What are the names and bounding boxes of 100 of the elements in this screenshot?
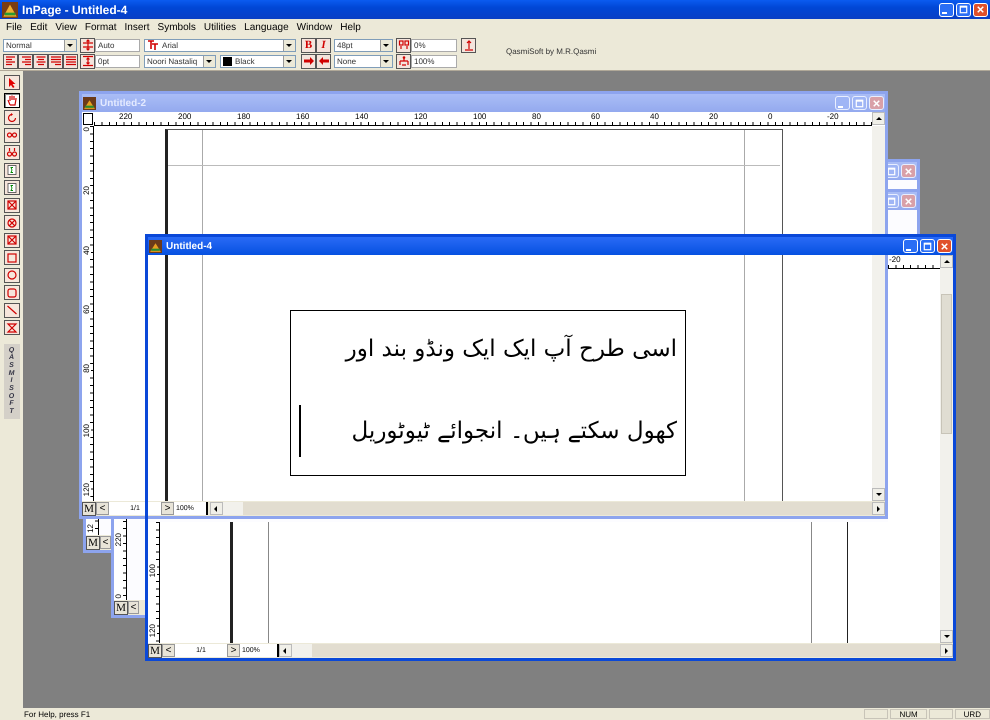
align-left-icon <box>4 55 16 67</box>
scroll-down-button[interactable] <box>872 488 885 501</box>
scroll-down-button[interactable] <box>940 630 953 643</box>
scale-button[interactable] <box>396 54 411 68</box>
spacing-button[interactable] <box>80 54 95 68</box>
next-page-button[interactable]: > <box>161 502 174 515</box>
ruler-label: 0 <box>768 112 772 121</box>
align-left-button[interactable] <box>3 54 18 68</box>
ruler-label: 20 <box>82 186 91 196</box>
scroll-left-button[interactable] <box>210 502 223 515</box>
left-arrow-button[interactable] <box>316 54 331 68</box>
scroll-up-button[interactable] <box>940 255 953 268</box>
status-pane <box>864 709 888 719</box>
rectangle-frame-tool[interactable] <box>4 232 20 248</box>
text-frame-tool[interactable] <box>4 162 20 178</box>
menu-item[interactable]: Utilities <box>200 22 240 33</box>
oval-frame-tool[interactable] <box>4 215 20 230</box>
diagonal-line-icon <box>6 304 18 316</box>
window-title: InPage - Untitled-4 <box>22 2 128 16</box>
menu-item[interactable]: Window <box>292 22 336 33</box>
justify-icon <box>50 55 62 67</box>
dropdown[interactable]: 48pt <box>334 38 393 52</box>
ruler-label: -20 <box>889 255 901 264</box>
crossed-circle-icon <box>6 216 18 228</box>
line-spacing-icon <box>82 39 94 51</box>
ruler-label: 40 <box>650 112 659 121</box>
maximize-icon <box>958 4 969 15</box>
menu-item[interactable]: View <box>51 22 81 33</box>
input-field[interactable]: 0pt <box>95 54 140 68</box>
align-right-button[interactable] <box>18 54 33 68</box>
color-dropdown[interactable]: Black <box>220 54 296 68</box>
rotate-tool[interactable] <box>4 110 20 125</box>
align-center-button[interactable] <box>33 54 48 68</box>
menu-item[interactable]: Language <box>240 22 293 33</box>
previous-page-button[interactable]: < <box>100 536 111 549</box>
dropdown[interactable]: Normal <box>3 38 77 52</box>
input-field[interactable]: 0% <box>411 38 457 52</box>
previous-page-button[interactable]: < <box>96 502 109 515</box>
horizontal-scrollbar[interactable] <box>223 502 872 515</box>
hand-tool[interactable] <box>4 92 20 108</box>
scroll-thumb[interactable] <box>941 294 952 434</box>
status-pane: URD <box>954 709 990 719</box>
rectangle-tool[interactable] <box>4 250 20 265</box>
pointer-tool[interactable] <box>4 75 20 90</box>
leading-button[interactable] <box>80 38 95 52</box>
bold-button[interactable]: B <box>301 38 316 52</box>
font-icon <box>147 39 159 51</box>
dropdown[interactable]: None <box>334 54 393 68</box>
menu-item[interactable]: Format <box>80 22 121 33</box>
app-icon <box>2 2 18 18</box>
vertical-scrollbar[interactable] <box>940 522 953 643</box>
rounded-rectangle-tool[interactable] <box>4 285 20 300</box>
kerning-button[interactable] <box>396 38 411 52</box>
vertical-scrollbar[interactable] <box>872 126 885 501</box>
text-frame-icon <box>6 182 18 194</box>
minimize-icon <box>906 248 911 250</box>
ruler-label: 12 <box>86 524 95 533</box>
text-cursor <box>299 405 301 457</box>
scroll-left-button[interactable] <box>279 644 292 657</box>
horizontal-scrollbar[interactable] <box>292 644 940 657</box>
italic-button[interactable]: I <box>316 38 331 52</box>
menu-item[interactable]: File <box>2 22 26 33</box>
input-field[interactable]: Auto <box>95 38 140 52</box>
status-text: For Help, press F1 <box>24 710 90 718</box>
menu-item[interactable]: Help <box>336 22 365 33</box>
menu-item[interactable]: Insert <box>120 22 154 33</box>
font-dropdown[interactable]: Arial <box>144 38 296 52</box>
master-page-button[interactable]: M <box>148 644 162 658</box>
close-icon <box>871 98 882 108</box>
previous-page-button[interactable]: < <box>128 601 139 614</box>
text-frame-tool[interactable] <box>4 180 20 195</box>
line-tool[interactable] <box>4 302 20 318</box>
menu-item[interactable]: Edit <box>26 22 52 33</box>
master-page-button[interactable]: M <box>82 502 96 516</box>
scroll-right-button[interactable] <box>940 644 953 657</box>
hourglass-tool[interactable] <box>4 320 20 335</box>
unlink-tool[interactable] <box>4 145 20 160</box>
menu-item[interactable]: Symbols <box>154 22 200 33</box>
up-arrow-icon <box>462 39 474 51</box>
master-page-button[interactable]: M <box>86 536 100 550</box>
rotate-icon <box>6 112 18 124</box>
rectangle-frame-tool[interactable] <box>4 198 20 212</box>
document-icon <box>83 96 96 110</box>
baseline-button[interactable] <box>461 38 476 52</box>
dropdown[interactable]: Noori Nastaliq <box>144 54 216 68</box>
close-icon <box>903 196 914 206</box>
previous-page-button[interactable]: < <box>162 644 175 657</box>
link-tool[interactable] <box>4 128 20 142</box>
ruler-label: 160 <box>296 112 310 121</box>
oval-tool[interactable] <box>4 268 20 282</box>
vertical-scrollbar[interactable] <box>940 255 953 522</box>
minimize-icon <box>838 106 843 108</box>
justify-button[interactable] <box>48 54 63 68</box>
scroll-right-button[interactable] <box>872 502 885 515</box>
justify-all-button[interactable] <box>63 54 78 68</box>
right-arrow-button[interactable] <box>301 54 316 68</box>
input-field[interactable]: 100% <box>411 54 457 68</box>
master-page-button[interactable]: M <box>114 600 128 614</box>
next-page-button[interactable]: > <box>227 644 240 657</box>
scroll-up-button[interactable] <box>872 112 885 125</box>
